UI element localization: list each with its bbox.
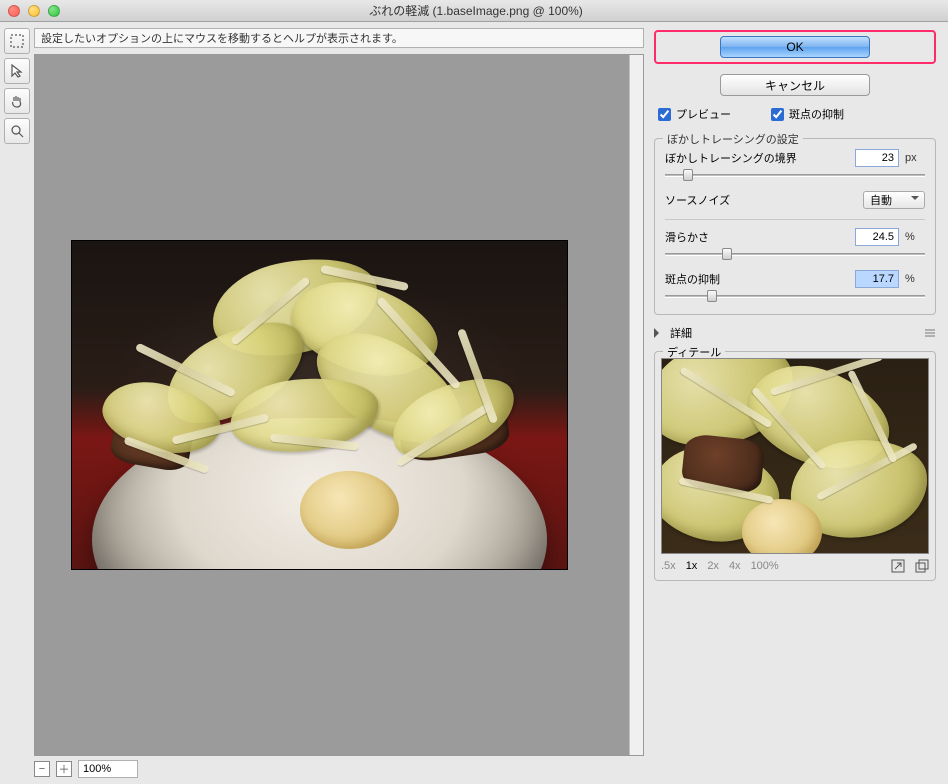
disclosure-triangle-icon [654, 328, 664, 338]
detail-zoom-4x[interactable]: 4x [729, 560, 741, 572]
detail-preview[interactable] [661, 358, 929, 554]
arrow-icon [9, 63, 25, 79]
zoom-in-button[interactable]: ＋ [56, 761, 72, 777]
help-bar: 設定したいオプションの上にマウスを移動するとヘルプが表示されます。 [34, 28, 644, 48]
title-bar: ぶれの軽減 (1.baseImage.png @ 100%) [0, 0, 948, 22]
ok-highlight: OK [654, 30, 936, 64]
detail-zoom-05x[interactable]: .5x [661, 560, 676, 572]
detail-zoom-2x[interactable]: 2x [707, 560, 719, 572]
zoom-tool[interactable] [4, 118, 30, 144]
blur-trace-settings-group: ぼかしトレーシングの設定 ぼかしトレーシングの境界 px ソースノイズ 自動 [654, 138, 936, 315]
window-title: ぶれの軽減 (1.baseImage.png @ 100%) [60, 2, 892, 19]
minus-icon: − [39, 763, 45, 775]
group-legend: ぼかしトレーシングの設定 [663, 131, 803, 147]
source-noise-select[interactable]: 自動 [863, 191, 925, 209]
blur-trace-bounds-input[interactable] [855, 149, 899, 167]
undock-icon[interactable] [915, 559, 929, 573]
hand-icon [9, 93, 25, 109]
toolbar [0, 22, 34, 784]
zoom-field[interactable] [78, 760, 138, 778]
minimize-window-button[interactable] [28, 5, 40, 17]
zoom-out-button[interactable]: − [34, 761, 50, 777]
advanced-label: 詳細 [670, 325, 692, 341]
help-text: 設定したいオプションの上にマウスを移動するとヘルプが表示されます。 [41, 30, 403, 46]
vertical-scrollbar[interactable] [629, 55, 643, 755]
panel-menu-icon[interactable] [924, 329, 936, 337]
magnifier-icon [9, 123, 25, 139]
settings-panel: OK キャンセル プレビュー 斑点の抑制 ぼかしトレーシングの設定 ぼかしトレー… [648, 22, 948, 784]
dock-icon[interactable] [891, 559, 905, 573]
image-preview [71, 240, 568, 570]
detail-zoom-bar: .5x 1x 2x 4x 100% [661, 554, 929, 574]
detail-zoom-100[interactable]: 100% [751, 560, 779, 572]
detail-zoom-1x[interactable]: 1x [686, 560, 698, 572]
cancel-button[interactable]: キャンセル [720, 74, 870, 96]
blur-trace-bounds-slider[interactable] [665, 169, 925, 181]
plus-icon: ＋ [59, 761, 70, 777]
source-noise-label: ソースノイズ [665, 192, 730, 208]
canvas-footer: − ＋ [34, 756, 644, 778]
traffic-lights [8, 5, 60, 17]
smoothing-slider[interactable] [665, 248, 925, 260]
artifact-amount-input[interactable] [855, 270, 899, 288]
artifact-amount-slider[interactable] [665, 290, 925, 302]
direct-select-tool[interactable] [4, 58, 30, 84]
marquee-tool[interactable] [4, 28, 30, 54]
detail-group: ディテール .5x 1x 2x 4x 100 [654, 351, 936, 581]
canvas[interactable] [34, 54, 644, 756]
smoothing-label: 滑らかさ [665, 229, 709, 245]
artifact-suppression-checkbox[interactable]: 斑点の抑制 [771, 106, 844, 122]
artifact-amount-label: 斑点の抑制 [665, 271, 720, 287]
ok-button[interactable]: OK [720, 36, 870, 58]
preview-checkbox[interactable]: プレビュー [658, 106, 731, 122]
blur-trace-bounds-label: ぼかしトレーシングの境界 [665, 150, 797, 166]
hand-tool[interactable] [4, 88, 30, 114]
advanced-disclosure[interactable]: 詳細 [654, 323, 936, 343]
smoothing-input[interactable] [855, 228, 899, 246]
marquee-icon [9, 33, 25, 49]
zoom-window-button[interactable] [48, 5, 60, 17]
close-window-button[interactable] [8, 5, 20, 17]
